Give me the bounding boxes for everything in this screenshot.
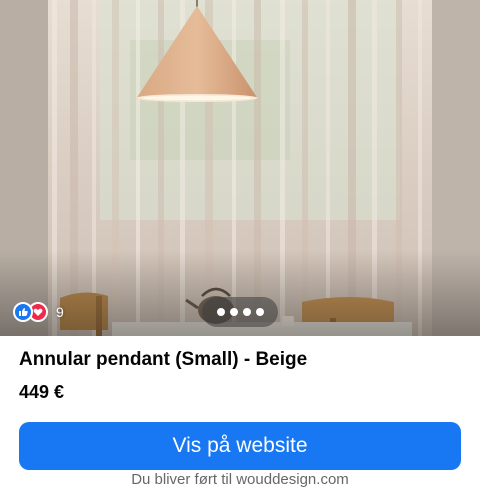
product-title: Annular pendant (Small) - Beige — [19, 349, 308, 370]
product-price: 449 € — [19, 382, 65, 402]
like-icon — [13, 302, 33, 322]
reactions-summary[interactable]: 9 — [13, 302, 64, 322]
pendant-lamp-scene — [0, 0, 480, 336]
visit-website-button[interactable]: Vis på website — [19, 422, 461, 470]
carousel-dot — [216, 308, 225, 316]
carousel-dot — [229, 308, 238, 316]
carousel-dot — [242, 308, 251, 316]
reaction-count: 9 — [56, 304, 64, 320]
carousel-indicator[interactable] — [202, 297, 278, 327]
product-photo[interactable] — [0, 0, 480, 336]
carousel-dot — [255, 308, 264, 316]
